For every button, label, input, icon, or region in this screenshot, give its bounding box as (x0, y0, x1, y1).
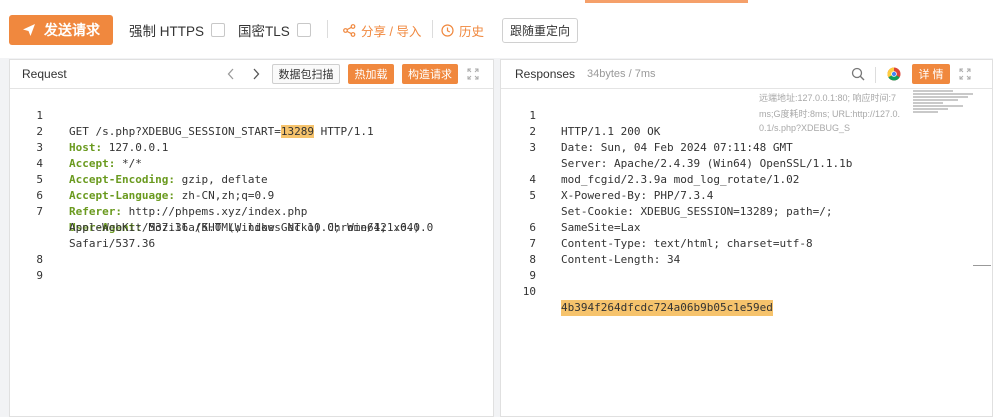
expand-icon[interactable] (466, 67, 480, 81)
force-https-checkbox[interactable] (211, 23, 226, 37)
response-meta: 34bytes / 7ms (587, 68, 656, 80)
force-https-option[interactable]: 强制 HTTPS (129, 20, 226, 40)
active-tab-indicator (585, 0, 748, 3)
scroll-position-marker (973, 265, 991, 266)
gm-tls-checkbox[interactable] (296, 23, 311, 37)
request-title: Request (22, 67, 67, 81)
code-line-wrap: Safari/537.36 (10, 220, 493, 250)
code-line: 1 HTTP/1.1 200 OK (501, 92, 992, 138)
packet-scan-label: 数据包扫描 (278, 69, 334, 81)
response-panel: Responses 34bytes / 7ms 详 情 远端地址:127.0.0… (500, 59, 993, 417)
line-number: 9 (36, 269, 43, 282)
response-header: Responses 34bytes / 7ms 详 情 (501, 60, 992, 89)
construct-request-label: 构造请求 (408, 69, 452, 81)
code-line-wrap: mod_fcgid/2.3.9a mod_log_rotate/1.02 (501, 140, 992, 186)
code-line: 8 (10, 236, 493, 266)
chevron-right-icon[interactable] (249, 67, 263, 81)
code-line: 4 Accept-Encoding: gzip, deflate (10, 140, 493, 186)
response-title: Responses (515, 67, 576, 81)
history-icon (441, 24, 454, 37)
packet-scan-button[interactable]: 数据包扫描 (272, 64, 340, 84)
send-request-button[interactable]: 发送请求 (9, 15, 113, 45)
expand-icon[interactable] (958, 67, 972, 81)
code-line: 2 Date: Sun, 04 Feb 2024 07:11:48 GMT (501, 108, 992, 154)
code-line: 6 Referer: http://phpems.xyz/index.php (10, 172, 493, 218)
history-label: 历史 (459, 25, 485, 39)
code-line: 5 Accept-Language: zh-CN,zh;q=0.9 (10, 156, 493, 202)
code-line: 10 4b394f264dfcdc724a06b9b05c1e59ed (501, 268, 992, 316)
code-line: 3 Server: Apache/2.4.39 (Win64) OpenSSL/… (501, 124, 992, 170)
detail-label: 详 情 (918, 69, 944, 81)
code-line-wrap: SameSite=Lax (501, 188, 992, 234)
line-number: 10 (522, 285, 536, 298)
send-icon (23, 24, 35, 36)
detail-button[interactable]: 详 情 (912, 64, 950, 84)
code-line: 5 Set-Cookie: XDEBUG_SESSION=13289; path… (501, 172, 992, 218)
code-line: 9 (501, 252, 992, 282)
code-line: 7 User-Agent: Mozilla/5.0 (Windows NT 10… (10, 188, 493, 234)
share-import-label: 分享 / 导入 (361, 25, 422, 39)
request-editor[interactable]: 1 GET /s.php?XDEBUG_SESSION_START=13289 … (10, 92, 493, 282)
divider (875, 67, 876, 83)
code-line: 8 (501, 236, 992, 266)
code-line: 9 (10, 252, 493, 282)
history-button[interactable]: 历史 (441, 21, 484, 40)
divider (432, 20, 433, 38)
code-line: 2 Host: 127.0.0.1 (10, 108, 493, 154)
toolbar: 发送请求 强制 HTTPS 国密TLS 分享 / 导入 历史 跟随重定向 (0, 0, 993, 58)
share-icon (343, 24, 356, 37)
code-line: 4 X-Powered-By: PHP/7.3.4 (501, 156, 992, 202)
force-https-label: 强制 HTTPS (129, 24, 205, 39)
follow-redirect-label: 跟随重定向 (509, 24, 570, 38)
hot-load-button[interactable]: 热加载 (348, 64, 394, 84)
code-line: 3 Accept: */* (10, 124, 493, 170)
code-line: 6 Content-Type: text/html; charset=utf-8 (501, 204, 992, 250)
hot-load-label: 热加载 (354, 69, 388, 81)
divider (327, 20, 328, 38)
follow-redirect-button[interactable]: 跟随重定向 (502, 18, 578, 43)
code-line: 1 GET /s.php?XDEBUG_SESSION_START=13289 … (10, 92, 493, 138)
request-panel: Request 数据包扫描 热加载 构造请求 1 GET /s.php?XDEB… (9, 59, 494, 417)
gm-tls-label: 国密TLS (238, 24, 290, 39)
send-request-label: 发送请求 (44, 22, 100, 38)
gm-tls-option[interactable]: 国密TLS (238, 20, 311, 40)
chrome-icon[interactable] (886, 66, 902, 82)
construct-request-button[interactable]: 构造请求 (402, 64, 458, 84)
share-import-button[interactable]: 分享 / 导入 (343, 21, 421, 40)
search-icon[interactable] (849, 65, 867, 83)
request-header: Request 数据包扫描 热加载 构造请求 (10, 60, 493, 89)
chevron-left-icon[interactable] (224, 67, 238, 81)
response-body-text: 4b394f264dfcdc724a06b9b05c1e59ed (561, 300, 773, 316)
response-viewer[interactable]: 1 HTTP/1.1 200 OK 2 Date: Sun, 04 Feb 20… (501, 92, 992, 316)
code-line-wrap: AppleWebKit/537.36 (KHTML, like Gecko) C… (10, 204, 493, 234)
code-line: 7 Content-Length: 34 (501, 220, 992, 266)
